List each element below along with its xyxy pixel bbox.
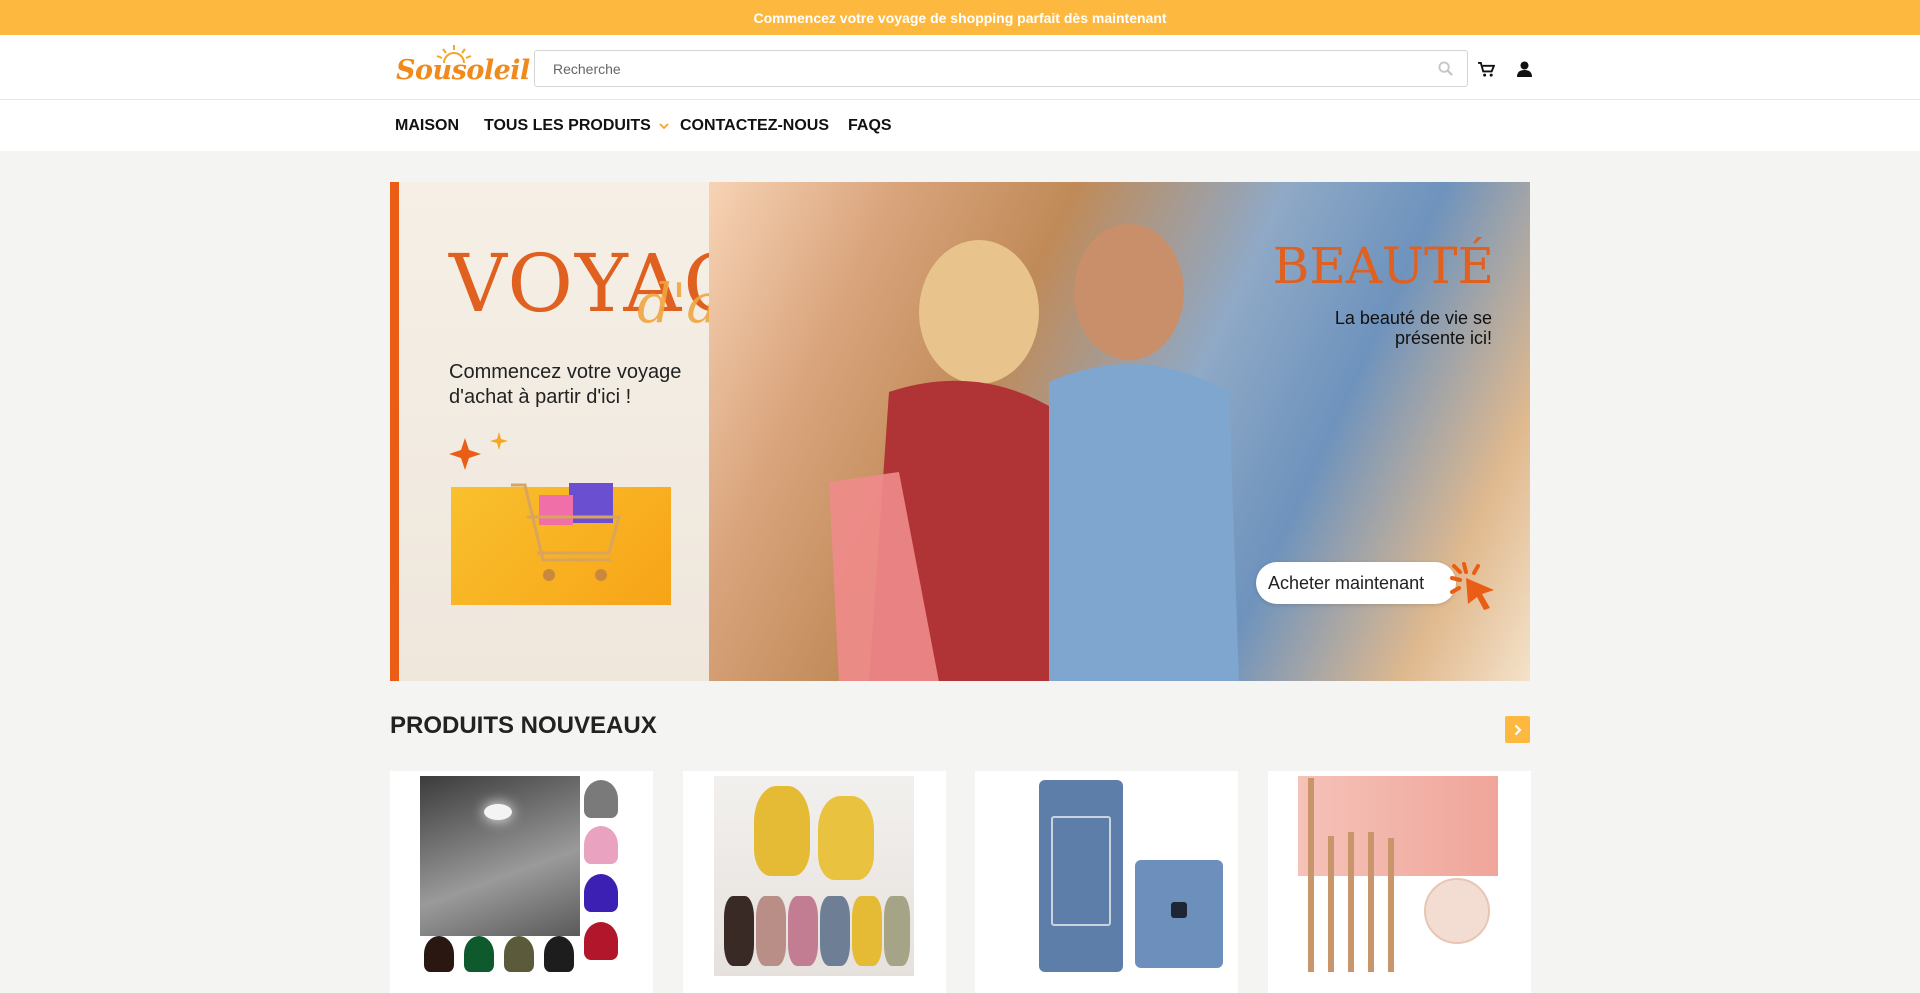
announcement-text: Commencez votre voyage de shopping parfa… (753, 9, 1167, 26)
shopping-cart-icon (511, 483, 621, 581)
chevron-right-icon (1514, 724, 1522, 735)
logo-text: Sousoleil (396, 55, 530, 86)
shopping-cart-image (451, 483, 671, 605)
cart-button[interactable] (1475, 58, 1497, 80)
announcement-bar: Commencez votre voyage de shopping parfa… (0, 0, 1920, 35)
product-image (420, 776, 620, 976)
nav-label: MAISON (395, 117, 459, 134)
search-input[interactable] (535, 51, 1423, 86)
cursor-click-icon (1450, 562, 1494, 610)
nav-item-home[interactable]: MAISON (395, 117, 459, 135)
product-card[interactable] (1268, 771, 1531, 993)
hero-subtitle: Commencez votre voyage d'achat à partir … (449, 361, 682, 408)
product-image (1298, 776, 1498, 976)
account-button[interactable] (1513, 58, 1535, 80)
user-icon (1516, 61, 1532, 77)
product-card[interactable] (975, 771, 1238, 993)
couple-photo (829, 224, 1239, 681)
nav-label: TOUS LES PRODUITS (484, 117, 651, 134)
hero-right-subtitle: La beauté de vie se présente ici! (1334, 308, 1492, 348)
chevron-down-icon (659, 122, 669, 129)
hero-right-title: BEAUTÉ (1272, 237, 1494, 295)
section-title: PRODUITS NOUVEAUX (390, 712, 657, 739)
nav-label: FAQS (848, 117, 892, 134)
nav-item-contact[interactable]: CONTACTEZ-NOUS (680, 117, 829, 135)
product-image (714, 776, 914, 976)
carousel-next-button[interactable] (1505, 716, 1530, 743)
product-card[interactable] (683, 771, 946, 993)
search-button[interactable] (1423, 51, 1467, 86)
hero-left-panel: VOYAGE d'achat Commencez votre voyage d'… (390, 182, 838, 681)
cart-icon (1477, 61, 1495, 77)
hero-photo: BEAUTÉ La beauté de vie se présente ici! (709, 182, 1530, 681)
product-card[interactable] (390, 771, 653, 993)
shop-now-label: Acheter maintenant (1268, 572, 1425, 593)
search-bar (534, 50, 1468, 87)
logo[interactable]: Sousoleil (396, 43, 530, 93)
hero-banner[interactable]: VOYAGE d'achat Commencez votre voyage d'… (390, 182, 1530, 681)
nav-item-faqs[interactable]: FAQS (848, 117, 892, 135)
product-image (1005, 776, 1223, 976)
nav-label: CONTACTEZ-NOUS (680, 117, 830, 134)
shop-now-button[interactable]: Acheter maintenant (1256, 562, 1456, 604)
search-icon (1437, 61, 1453, 76)
main-nav: MAISON TOUS LES PRODUITS CONTACTEZ-NOUS … (0, 100, 1920, 151)
site-header: Sousoleil (0, 35, 1920, 100)
nav-item-all-products[interactable]: TOUS LES PRODUITS (484, 117, 669, 135)
